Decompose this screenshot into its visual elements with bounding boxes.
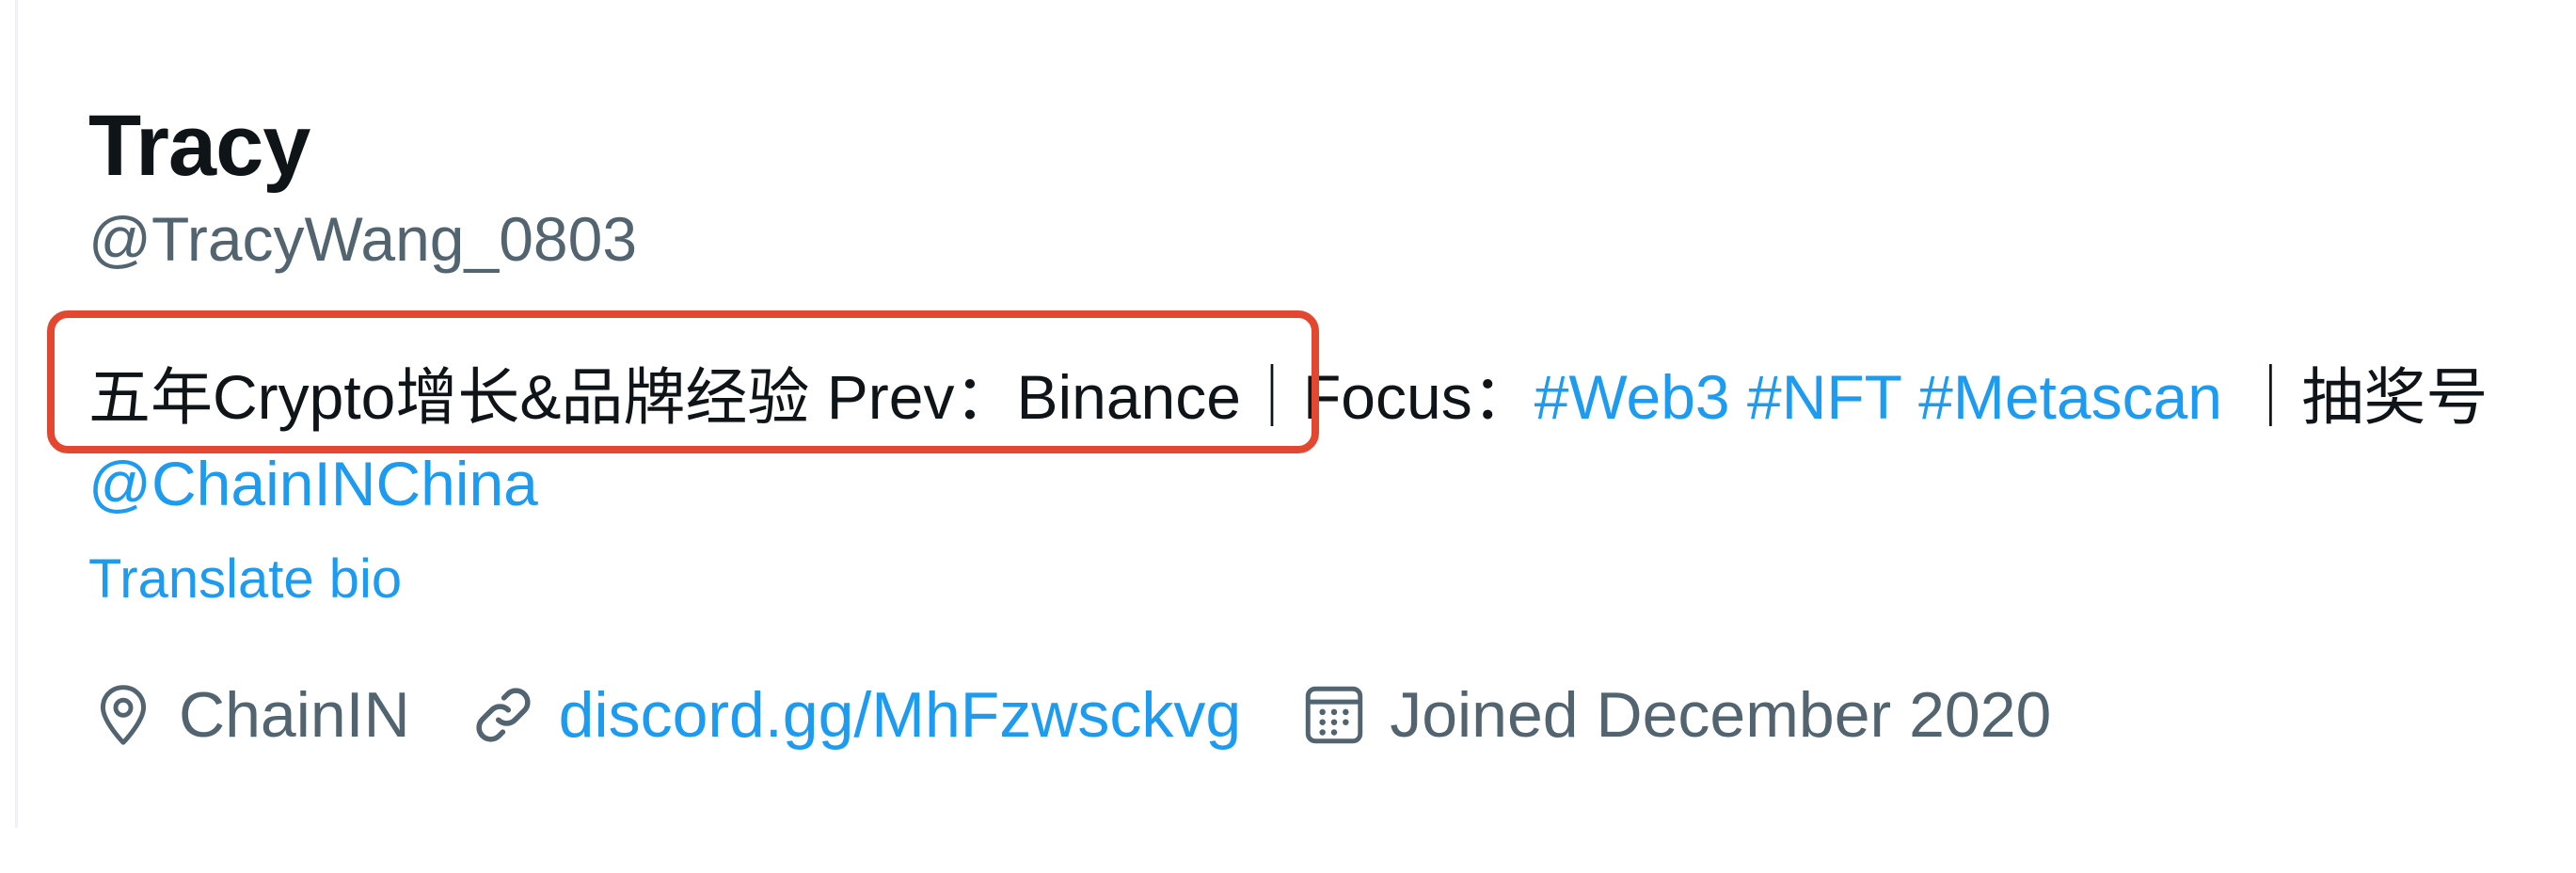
user-handle: @TracyWang_0803: [88, 204, 638, 274]
profile-header: Tracy @TracyWang_0803 五年Crypto增长&品牌经验 Pr…: [88, 0, 2576, 873]
bio-separator: ｜: [1240, 362, 1303, 432]
translate-bio-link[interactable]: Translate bio: [88, 546, 402, 613]
hashtag-nft-link[interactable]: #NFT: [1747, 362, 1901, 432]
column-divider: [15, 0, 18, 828]
mention-link[interactable]: @ChainINChina: [88, 449, 538, 518]
location-text: ChainIN: [179, 679, 410, 751]
joined-item: Joined December 2020: [1299, 678, 2051, 752]
hashtag-metascan-link[interactable]: #Metascan: [1918, 362, 2222, 432]
profile-meta: ChainIN discord.gg/MhFzwsckvg Joined Dec…: [88, 670, 2109, 760]
bio-text-experience: 五年Crypto增长&品牌经验 Prev：Binance: [88, 362, 1241, 432]
hashtag-web3-link[interactable]: #Web3: [1534, 362, 1730, 432]
link-icon: [476, 688, 531, 742]
bio-lottery-label: 抽奖号: [2301, 362, 2489, 432]
bio-separator: ｜: [2239, 362, 2302, 432]
location-item: ChainIN: [88, 678, 410, 752]
bio-focus-label: Focus：: [1302, 362, 1534, 432]
location-pin-icon: [100, 685, 147, 745]
website-item[interactable]: discord.gg/MhFzwsckvg: [469, 678, 1242, 752]
display-name: Tracy: [88, 98, 310, 194]
profile-bio: 五年Crypto增长&品牌经验 Prev：Binance｜Focus：#Web3…: [88, 354, 2525, 527]
joined-date-text: Joined December 2020: [1390, 679, 2052, 751]
profile-page: Tracy @TracyWang_0803 五年Crypto增长&品牌经验 Pr…: [0, 0, 2576, 873]
calendar-icon: [1306, 686, 1363, 744]
website-link[interactable]: discord.gg/MhFzwsckvg: [559, 678, 1242, 752]
